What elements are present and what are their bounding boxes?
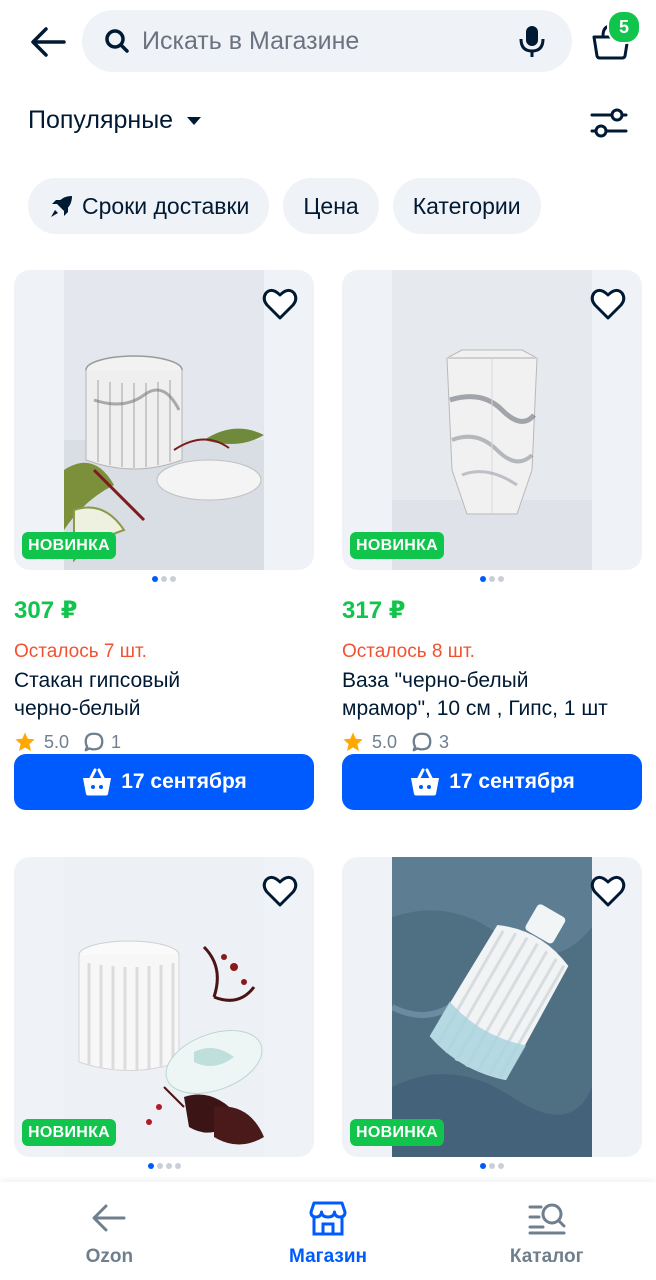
new-badge: НОВИНКА (22, 1119, 117, 1146)
favorite-heart-icon[interactable] (260, 871, 300, 911)
carousel-dots (342, 576, 642, 582)
microphone-icon[interactable] (512, 21, 552, 61)
product-photo (64, 857, 264, 1157)
product-price: 307 ₽ (14, 597, 78, 624)
sort-label: Популярные (28, 106, 174, 134)
chip-label: Цена (303, 192, 359, 219)
carousel-dot (498, 576, 504, 582)
review-count: 3 (439, 731, 450, 752)
nav-item-catalog[interactable]: Каталог (437, 1182, 656, 1280)
filter-chips: Сроки доставки Цена Категории (28, 178, 541, 234)
product-image-carousel[interactable]: НОВИНКА (342, 270, 642, 570)
product-card[interactable]: НОВИНКА 307 ₽ Осталось 7 шт. Стакан гипс… (14, 270, 314, 810)
cart-count-badge: 5 (607, 10, 641, 44)
delivery-date: 17 сентября (121, 770, 247, 793)
search-field[interactable]: Искать в Магазине (82, 10, 572, 72)
product-rating-row: 5.0 3 (342, 729, 642, 755)
product-rating-row: 5.0 1 (14, 729, 314, 755)
new-badge: НОВИНКА (22, 532, 117, 559)
store-icon (308, 1198, 348, 1238)
sort-dropdown[interactable]: Популярные (28, 106, 202, 135)
rating-value: 5.0 (372, 731, 398, 752)
bottom-navigation: Ozon Магазин Каталог (0, 1182, 656, 1280)
search-placeholder: Искать в Магазине (142, 26, 360, 55)
back-button[interactable] (26, 20, 70, 64)
chip-label: Категории (412, 192, 521, 219)
carousel-dot (489, 1163, 495, 1169)
arrow-left-icon (89, 1198, 129, 1238)
new-badge: НОВИНКА (350, 1119, 445, 1146)
rocket-icon (48, 192, 76, 220)
favorite-heart-icon[interactable] (588, 284, 628, 324)
product-title[interactable]: Ваза "черно-белый мрамор", 10 см , Гипс,… (342, 667, 642, 723)
product-photo (64, 270, 264, 570)
basket-icon (411, 768, 440, 796)
catalog-search-icon (527, 1198, 567, 1238)
favorite-heart-icon[interactable] (588, 871, 628, 911)
carousel-dot (498, 1163, 504, 1169)
nav-item-store[interactable]: Магазин (219, 1182, 438, 1280)
product-title-line: мрамор", 10 см , Гипс, 1 шт (342, 697, 608, 720)
nav-item-ozon[interactable]: Ozon (0, 1182, 219, 1280)
sliders-icon (590, 108, 628, 138)
comment-icon (84, 732, 104, 752)
product-photo (392, 857, 592, 1157)
product-image-carousel[interactable]: НОВИНКА (14, 857, 314, 1157)
stock-remaining: Осталось 8 шт. (342, 641, 475, 662)
carousel-dot (152, 576, 158, 582)
star-icon (343, 732, 363, 751)
product-card[interactable]: НОВИНКА (342, 857, 642, 1169)
store-page: Искать в Магазине 5 Популярные Сроки дос… (0, 0, 656, 1280)
review-count: 1 (111, 731, 122, 752)
comment-icon (412, 732, 432, 752)
product-image-carousel[interactable]: НОВИНКА (342, 857, 642, 1157)
product-title[interactable]: Стакан гипсовый черно-белый (14, 667, 314, 723)
carousel-dot (480, 1163, 486, 1169)
product-card[interactable]: НОВИНКА (14, 857, 314, 1169)
chip-delivery-time[interactable]: Сроки доставки (28, 178, 270, 234)
add-to-cart-button[interactable]: 17 сентября (14, 754, 314, 810)
product-title-line: черно-белый (14, 697, 141, 720)
search-icon (104, 27, 132, 55)
carousel-dot (161, 576, 167, 582)
carousel-dots (342, 1163, 642, 1169)
carousel-dot (170, 576, 176, 582)
chip-label: Сроки доставки (82, 192, 250, 219)
product-price: 317 ₽ (342, 597, 406, 624)
filter-settings-button[interactable] (588, 102, 630, 144)
rating-value: 5.0 (44, 731, 70, 752)
carousel-dot (480, 576, 486, 582)
carousel-dots (14, 576, 314, 582)
carousel-dot (156, 1163, 163, 1169)
carousel-dot (165, 1163, 172, 1169)
product-card[interactable]: НОВИНКА 317 ₽ Осталось 8 шт. Ваза "черно… (342, 270, 642, 810)
stock-remaining: Осталось 7 шт. (14, 641, 147, 662)
carousel-dots (14, 1163, 314, 1169)
product-photo (392, 270, 592, 570)
product-title-line: Ваза "черно-белый (342, 669, 529, 692)
nav-label: Каталог (509, 1246, 584, 1267)
arrow-left-icon (31, 27, 66, 57)
chip-categories[interactable]: Категории (392, 178, 541, 234)
add-to-cart-button[interactable]: 17 сентября (342, 754, 642, 810)
product-title-line: Стакан гипсовый (14, 669, 181, 692)
nav-label: Ozon (85, 1246, 134, 1267)
basket-icon (83, 768, 112, 796)
carousel-dot (147, 1163, 154, 1169)
star-icon (15, 732, 35, 751)
chip-price[interactable]: Цена (283, 178, 379, 234)
delivery-date: 17 сентября (449, 770, 575, 793)
carousel-dot (174, 1163, 181, 1169)
nav-label: Магазин (289, 1246, 367, 1267)
favorite-heart-icon[interactable] (260, 284, 300, 324)
caret-down-icon (187, 116, 202, 125)
carousel-dot (489, 576, 495, 582)
new-badge: НОВИНКА (350, 532, 445, 559)
product-image-carousel[interactable]: НОВИНКА (14, 270, 314, 570)
